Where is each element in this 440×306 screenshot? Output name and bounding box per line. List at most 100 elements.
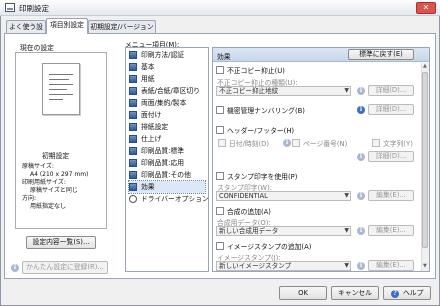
info-icon: i	[357, 153, 365, 161]
print-method-icon	[129, 51, 137, 59]
numbering-checkbox[interactable]	[216, 106, 224, 114]
scroll-up-icon[interactable]: ▲	[423, 63, 427, 69]
effects-icon	[129, 183, 137, 191]
header-footer-label: ヘッダー/フッター(H)	[227, 127, 295, 135]
copy-detail-button[interactable]: 詳細(D)...	[368, 85, 414, 96]
form-label: 合成の追加(A)	[227, 208, 271, 216]
preview-line: A4 (210 x 297 mm)	[30, 171, 89, 178]
output-icon	[129, 123, 137, 131]
chevron-down-icon: ▼	[344, 262, 349, 269]
image-stamp-edit-button[interactable]: 編集(E)...	[368, 260, 414, 271]
cover-icon	[129, 87, 137, 95]
ok-button[interactable]: OK	[279, 286, 327, 300]
tab-frequent-settings[interactable]: よく使う設定	[6, 20, 46, 43]
info-icon: i	[357, 192, 365, 200]
section-title: 効果	[217, 53, 231, 61]
current-settings-label: 現在の設定	[20, 44, 54, 52]
quality-icon	[129, 147, 137, 155]
close-button[interactable]: ✕	[416, 2, 436, 14]
cancel-button[interactable]: キャンセル	[331, 286, 379, 300]
menu-item-duplex[interactable]: 両面/集約/製本	[129, 97, 205, 109]
form-edit-button[interactable]: 編集(E)...	[368, 225, 414, 236]
datetime-label: 日付/時刻(D)	[229, 140, 270, 148]
paper-icon	[129, 75, 137, 83]
page-number-checkbox[interactable]	[292, 139, 300, 147]
form-data-select[interactable]: 新しい合成用データ ▼	[216, 226, 351, 236]
stamp-edit-button[interactable]: 編集(E)...	[368, 190, 414, 201]
window-title: 印刷設定	[19, 4, 49, 13]
gear-icon	[129, 195, 137, 203]
form-checkbox[interactable]	[216, 207, 224, 215]
image-stamp-select[interactable]: 新しいイメージスタンプ ▼	[216, 261, 351, 271]
image-stamp-value: 新しいイメージスタンプ	[219, 262, 292, 270]
unauthorized-copy-label: 不正コピー抑止(U)	[227, 67, 285, 75]
menu-item-quality-standard[interactable]: 印刷品質:標準	[129, 145, 205, 157]
quality-icon	[129, 159, 137, 167]
preview-line: 印刷用紙サイズ:	[22, 179, 66, 186]
chevron-down-icon: ▼	[344, 227, 349, 234]
quality-icon	[129, 171, 137, 179]
copy-type-select[interactable]: 不正コピー抑止地紋 ▼	[216, 86, 351, 96]
menu-item-driver-options[interactable]: ドライバーオプション	[129, 193, 209, 205]
finishing-icon	[129, 135, 137, 143]
text-checkbox[interactable]	[372, 139, 380, 147]
help-button[interactable]: ? ヘルプ	[383, 286, 431, 300]
tab-detailed-settings[interactable]: 項目別設定	[46, 18, 88, 34]
settings-list-button[interactable]: 設定内容一覧(S)...	[26, 236, 96, 249]
numbering-label: 機密管理ナンバリング(B)	[227, 107, 305, 115]
preview-line: 方向:	[22, 195, 37, 202]
printer-icon	[5, 3, 15, 12]
info-icon: i	[357, 227, 365, 235]
chevron-down-icon: ▼	[344, 192, 349, 199]
header-footer-checkbox[interactable]	[216, 126, 224, 134]
duplex-icon	[129, 99, 137, 107]
info-icon: i	[357, 262, 365, 270]
stamp-checkbox[interactable]	[216, 172, 224, 180]
info-icon: i	[11, 264, 19, 272]
info-icon: i	[357, 87, 365, 95]
simple-register-button[interactable]: かんたん設定に登録(R)...	[22, 261, 108, 274]
stamp-select[interactable]: CONFIDENTIAL ▼	[216, 191, 351, 201]
preview-line: 原稿サイズ:	[22, 163, 54, 170]
stamp-value: CONFIDENTIAL	[219, 192, 268, 200]
page-preview	[42, 63, 80, 115]
menu-item-basic[interactable]: 基本	[129, 61, 205, 73]
menu-item-cover[interactable]: 表紙/合紙/章区切り	[129, 85, 205, 97]
tab-defaults-version[interactable]: 初期設定/バージョン	[88, 20, 156, 33]
help-button-label: ヘルプ	[403, 289, 424, 297]
menu-item-quality-advanced[interactable]: 印刷品質:応用	[129, 157, 205, 169]
image-stamp-label: イメージスタンプの追加(A)	[227, 243, 312, 251]
header-footer-detail-button[interactable]: 詳細(D)...	[368, 151, 414, 162]
preview-line: 原稿サイズと同じ	[30, 187, 78, 194]
menu-item-print-method[interactable]: 印刷方法/認証	[129, 49, 205, 61]
copy-type-value: 不正コピー抑止地紋	[219, 87, 279, 95]
menu-item-output[interactable]: 排紙設定	[129, 121, 205, 133]
preview-details: 原稿サイズ: A4 (210 x 297 mm) 印刷用紙サイズ: 原稿サイズと…	[22, 163, 88, 211]
datetime-checkbox[interactable]	[218, 139, 226, 147]
menu-list: 印刷方法/認証 基本 用紙 表紙/合紙/章区切り 両面/集約/製本 面付け 排紙…	[125, 47, 209, 272]
basic-icon	[129, 63, 137, 71]
chevron-down-icon: ▼	[344, 87, 349, 94]
page-number-label: ページ番号(N)	[303, 140, 348, 148]
menu-item-effects[interactable]: 効果	[128, 180, 206, 194]
scroll-down-icon[interactable]: ▼	[423, 263, 427, 269]
numbering-detail-button[interactable]: 詳細(D)...	[368, 104, 414, 115]
preview-box: 初期設定 原稿サイズ: A4 (210 x 297 mm) 印刷用紙サイズ: 原…	[15, 52, 107, 229]
info-icon: i	[357, 106, 365, 114]
scrollbar-thumb[interactable]	[422, 72, 428, 248]
unauthorized-copy-checkbox[interactable]	[216, 66, 224, 74]
menu-item-paper[interactable]: 用紙	[129, 73, 205, 85]
menu-item-quality-other[interactable]: 印刷品質:その他	[129, 169, 205, 181]
reset-defaults-button[interactable]: 標準に戻す(E)	[348, 49, 414, 60]
menu-item-finishing[interactable]: 仕上げ	[129, 133, 205, 145]
form-data-value: 新しい合成用データ	[219, 227, 279, 235]
stamp-label: スタンプ印字を使用(P)	[227, 173, 298, 181]
title-bar	[0, 0, 440, 16]
image-stamp-checkbox[interactable]	[216, 242, 224, 250]
info-icon: i	[283, 139, 291, 147]
help-icon: ?	[391, 290, 399, 298]
imposition-icon	[129, 111, 137, 119]
preview-title: 初期設定	[42, 152, 70, 160]
text-label: 文字列(Y)	[383, 140, 413, 148]
menu-item-imposition[interactable]: 面付け	[129, 109, 205, 121]
